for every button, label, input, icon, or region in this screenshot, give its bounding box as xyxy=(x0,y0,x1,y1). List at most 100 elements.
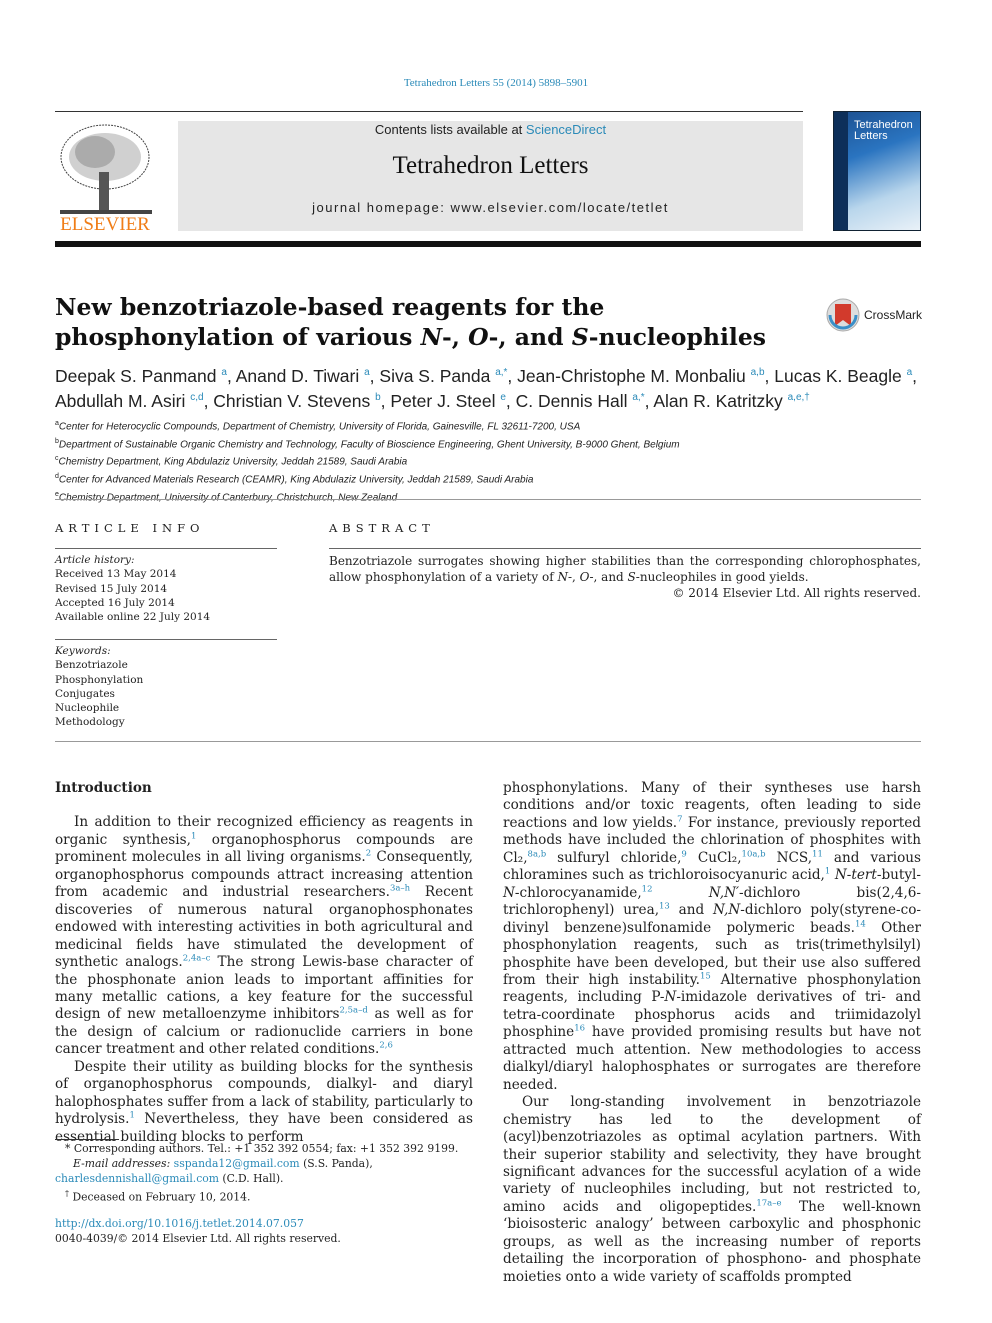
author: Deepak S. Panmand a xyxy=(55,366,227,386)
corresponding-text: Corresponding authors. Tel.: +1 352 392 … xyxy=(73,1142,459,1155)
elsevier-tree-icon: ELSEVIER xyxy=(60,124,152,235)
author-name: Peter J. Steel xyxy=(390,390,496,411)
text-run: -, xyxy=(567,570,580,584)
text-run: -chlorocyanamide, xyxy=(514,884,642,901)
divider xyxy=(55,741,921,742)
affiliation-text: Chemistry Department, University of Cant… xyxy=(58,492,398,504)
divider xyxy=(55,548,277,549)
text-run: -, and xyxy=(589,570,628,584)
sciencedirect-link[interactable]: ScienceDirect xyxy=(526,122,606,137)
footnote-corresponding: * Corresponding authors. Tel.: +1 352 39… xyxy=(55,1141,473,1156)
author-affiliation-marks[interactable]: a,* xyxy=(632,392,644,403)
author-affiliation-marks[interactable]: b xyxy=(375,392,381,403)
text-run: sulfuryl chloride, xyxy=(546,849,682,866)
citation[interactable]: 13 xyxy=(659,902,670,912)
deceased-text: Deceased on February 10, 2014. xyxy=(72,1190,251,1204)
paragraph: In addition to their recognized efficien… xyxy=(55,814,473,1058)
author: Siva S. Panda a,* xyxy=(379,366,507,386)
paragraph: Our long-standing involvement in benzotr… xyxy=(503,1094,921,1286)
author-affiliation-marks[interactable]: a xyxy=(221,367,227,378)
citation[interactable]: 12 xyxy=(642,884,653,894)
asterisk-mark: * xyxy=(65,1142,71,1155)
author: Peter J. Steel e xyxy=(390,391,506,411)
author-name: Jean-Christophe M. Monbaliu xyxy=(517,365,746,386)
author-name: Alan R. Katritzky xyxy=(653,390,783,411)
left-column: Introduction In addition to their recogn… xyxy=(55,780,473,1146)
author: Anand D. Tiwari a xyxy=(236,366,370,386)
author-affiliation-marks[interactable]: a xyxy=(364,367,370,378)
footnotes: * Corresponding authors. Tel.: +1 352 39… xyxy=(55,1141,473,1205)
footnote-emails: E-mail addresses: sspanda12@gmail.com (S… xyxy=(55,1156,473,1186)
citation[interactable]: 11 xyxy=(812,849,823,859)
author-affiliation-marks[interactable]: a,e,† xyxy=(788,392,810,403)
keyword: Conjugates xyxy=(55,687,115,700)
affiliation: bDepartment of Sustainable Organic Chemi… xyxy=(55,435,925,453)
author-affiliation-marks[interactable]: a xyxy=(907,367,913,378)
history-item: Received 13 May 2014 xyxy=(55,568,177,581)
email-label: E-mail addresses: xyxy=(73,1157,171,1170)
author-affiliation-marks[interactable]: c,d xyxy=(190,392,203,403)
right-column: phosphonylations. Many of their synthese… xyxy=(503,780,921,1286)
article-info-heading: ARTICLE INFO xyxy=(55,521,205,535)
text-run: CuCl₂, xyxy=(686,849,742,866)
footnote-deceased: † Deceased on February 10, 2014. xyxy=(55,1186,473,1205)
email-link[interactable]: charlesdennishall@gmail.com xyxy=(55,1172,219,1185)
crossmark-button[interactable]: CrossMark xyxy=(826,298,922,332)
italic-text: N,N′ xyxy=(708,884,740,901)
email-owner: (S.S. Panda), xyxy=(299,1157,373,1170)
history-item: Revised 15 July 2014 xyxy=(55,582,168,595)
text-run: -, xyxy=(442,323,469,351)
author-affiliation-marks[interactable]: e xyxy=(500,392,506,403)
citation[interactable]: 8a,b xyxy=(528,849,547,859)
italic-text: S xyxy=(627,570,636,584)
abstract: Benzotriazole surrogates showing higher … xyxy=(329,553,921,601)
crossmark-icon xyxy=(826,298,860,332)
author: Alan R. Katritzky a,e,† xyxy=(653,391,809,411)
journal-cover-thumbnail[interactable]: Tetrahedron Letters xyxy=(833,111,921,231)
italic-text: N,N xyxy=(713,902,741,919)
citation[interactable]: 16 xyxy=(574,1024,585,1034)
article-title: New benzotriazole-based reagents for the… xyxy=(55,292,775,352)
citation[interactable]: 2,5a–d xyxy=(339,1006,367,1016)
italic-text: S xyxy=(571,323,589,351)
author-affiliation-marks[interactable]: a,b xyxy=(751,367,765,378)
citation[interactable]: 2,6 xyxy=(379,1041,393,1051)
journal-reference[interactable]: Tetrahedron Letters 55 (2014) 5898–5901 xyxy=(0,77,992,89)
affiliation: eChemistry Department, University of Can… xyxy=(55,488,925,506)
contents-line: Contents lists available at ScienceDirec… xyxy=(178,122,803,137)
author: C. Dennis Hall a,* xyxy=(516,391,645,411)
issn-copyright: 0040-4039/© 2014 Elsevier Ltd. All right… xyxy=(55,1232,341,1245)
history-item: Accepted 16 July 2014 xyxy=(55,596,175,609)
italic-text: N xyxy=(664,989,677,1006)
citation[interactable]: 15 xyxy=(700,971,711,981)
author-name: Deepak S. Panmand xyxy=(55,365,217,386)
abstract-copyright: © 2014 Elsevier Ltd. All rights reserved… xyxy=(672,586,921,600)
journal-reference-link[interactable]: Tetrahedron Letters 55 (2014) 5898–5901 xyxy=(404,77,588,89)
divider xyxy=(329,548,921,549)
paragraph: phosphonylations. Many of their synthese… xyxy=(503,780,921,1094)
keyword: Benzotriazole xyxy=(55,659,128,672)
crossmark-label: CrossMark xyxy=(864,308,923,322)
footnote-rule xyxy=(55,1139,119,1140)
section-heading: Introduction xyxy=(55,780,152,796)
author-name: C. Dennis Hall xyxy=(515,390,628,411)
citation[interactable]: 14 xyxy=(855,919,866,929)
author-name: Lucas K. Beagle xyxy=(774,365,902,386)
citation[interactable]: 17a–e xyxy=(756,1198,781,1208)
affiliation: aCenter for Heterocyclic Compounds, Depa… xyxy=(55,417,925,435)
history-label: Article history: xyxy=(55,554,135,566)
doi-link[interactable]: http://dx.doi.org/10.1016/j.tetlet.2014.… xyxy=(55,1217,304,1230)
email-link[interactable]: sspanda12@gmail.com xyxy=(174,1157,300,1170)
text-run: and xyxy=(669,902,714,919)
divider xyxy=(55,499,921,500)
abstract-text: Benzotriazole surrogates showing higher … xyxy=(329,553,921,585)
journal-homepage[interactable]: journal homepage: www.elsevier.com/locat… xyxy=(178,200,803,215)
citation[interactable]: 2,4a–c xyxy=(183,954,211,964)
abstract-heading: ABSTRACT xyxy=(329,521,435,535)
italic-text: N xyxy=(557,570,568,584)
author-affiliation-marks[interactable]: a,* xyxy=(495,367,507,378)
citation[interactable]: 10a,b xyxy=(742,849,766,859)
text-run: -butyl- xyxy=(876,867,921,884)
citation[interactable]: 3a–h xyxy=(390,884,410,894)
italic-text: N xyxy=(503,884,515,901)
